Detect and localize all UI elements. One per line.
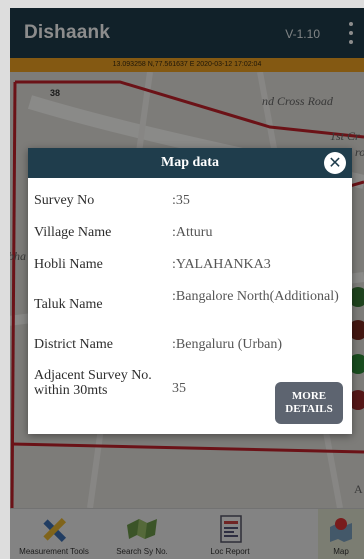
- close-icon[interactable]: ✕: [324, 152, 346, 174]
- hobli-name-label: Hobli Name: [34, 257, 103, 272]
- village-name-label: Village Name: [34, 225, 112, 240]
- taluk-name-value: :Bangalore North(Additional): [172, 289, 339, 304]
- dialog-header: Map data ✕: [28, 148, 352, 178]
- dialog-title: Map data: [161, 155, 219, 170]
- more-details-button[interactable]: MORE DETAILS: [275, 382, 343, 424]
- adjacent-survey-label: Adjacent Survey No. within 30mts: [34, 368, 152, 398]
- map-data-dialog: Map data ✕ Survey No :35 Village Name :A…: [28, 148, 352, 434]
- phone-screen: Dishaank V-1.10 13.093258 N,77.561637 E …: [10, 8, 364, 559]
- taluk-name-label: Taluk Name: [34, 297, 103, 312]
- district-name-value: :Bengaluru (Urban): [172, 337, 283, 352]
- survey-no-value: :35: [172, 193, 190, 208]
- district-name-label: District Name: [34, 337, 113, 352]
- village-name-value: :Atturu: [172, 225, 213, 240]
- hobli-name-value: :YALAHANKA3: [172, 257, 271, 272]
- survey-no-label: Survey No: [34, 193, 95, 208]
